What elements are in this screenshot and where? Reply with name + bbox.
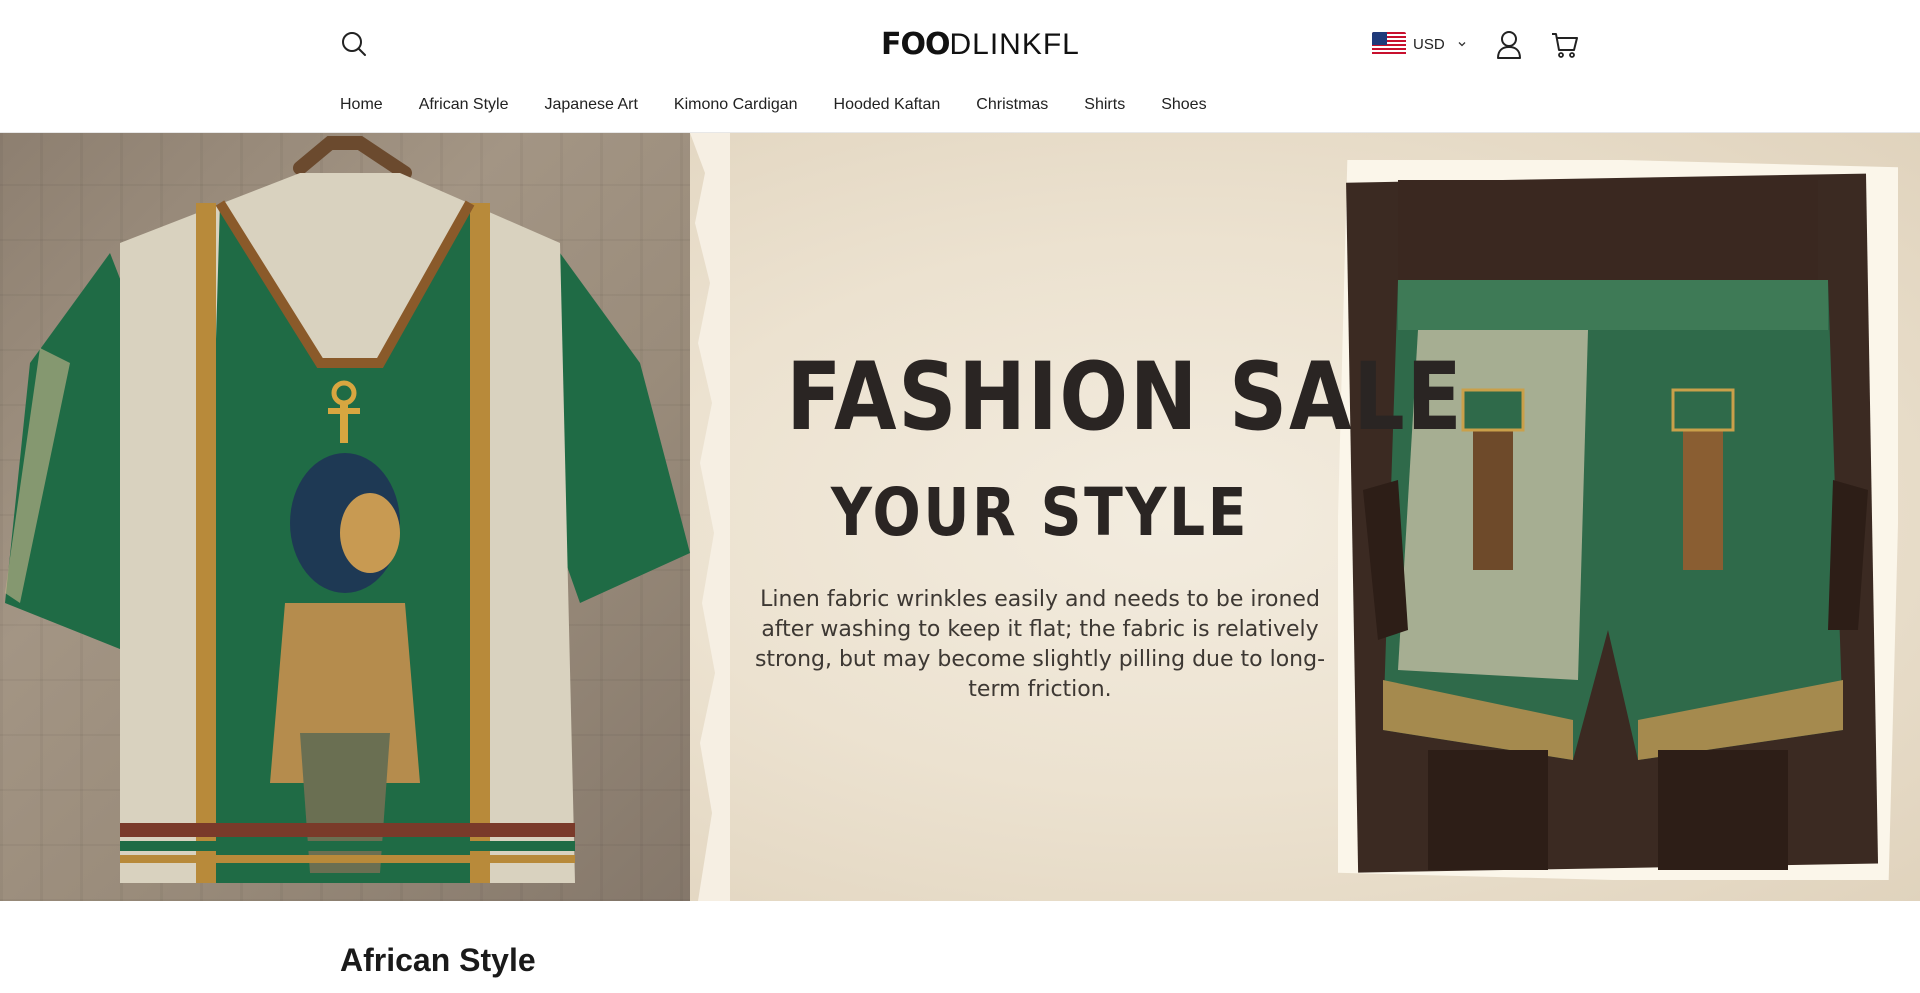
nav-item-home[interactable]: Home (340, 93, 383, 117)
cart-icon[interactable] (1551, 31, 1579, 59)
logo-light-text: DLINKFL (949, 28, 1080, 61)
site-logo[interactable]: FOODLINKFL (881, 25, 1080, 65)
currency-selector[interactable]: USD (1372, 32, 1467, 56)
account-icon[interactable] (1495, 30, 1523, 60)
search-icon[interactable] (340, 30, 368, 58)
banner-headline: FASHION SALE (786, 343, 1464, 452)
egyptian-shorts-image (1338, 160, 1898, 880)
banner-subheadline: YOUR STYLE (830, 474, 1250, 551)
nav-item-shoes[interactable]: Shoes (1161, 93, 1206, 117)
site-header: FOODLINKFL USD Home African Style Japane… (0, 0, 1920, 133)
nav-item-kimono-cardigan[interactable]: Kimono Cardigan (674, 93, 798, 117)
nav-item-african-style[interactable]: African Style (419, 93, 509, 117)
egyptian-shirt-image (5, 136, 690, 883)
logo-bold-text: FOO (881, 27, 950, 62)
section-title: African Style (340, 942, 536, 978)
nav-item-christmas[interactable]: Christmas (976, 93, 1048, 117)
banner-tagline: Linen fabric wrinkles easily and needs t… (754, 587, 1326, 702)
currency-label: USD (1413, 35, 1445, 53)
nav-item-japanese-art[interactable]: Japanese Art (545, 93, 638, 117)
us-flag-icon (1372, 32, 1406, 56)
hero-banner[interactable]: FASHION SALE YOUR STYLE Linen fabric wri… (0, 133, 1920, 901)
chevron-down-icon (1458, 42, 1466, 47)
nav-item-shirts[interactable]: Shirts (1084, 93, 1125, 117)
main-nav: Home African Style Japanese Art Kimono C… (340, 93, 1243, 117)
nav-item-hooded-kaftan[interactable]: Hooded Kaftan (834, 93, 941, 117)
